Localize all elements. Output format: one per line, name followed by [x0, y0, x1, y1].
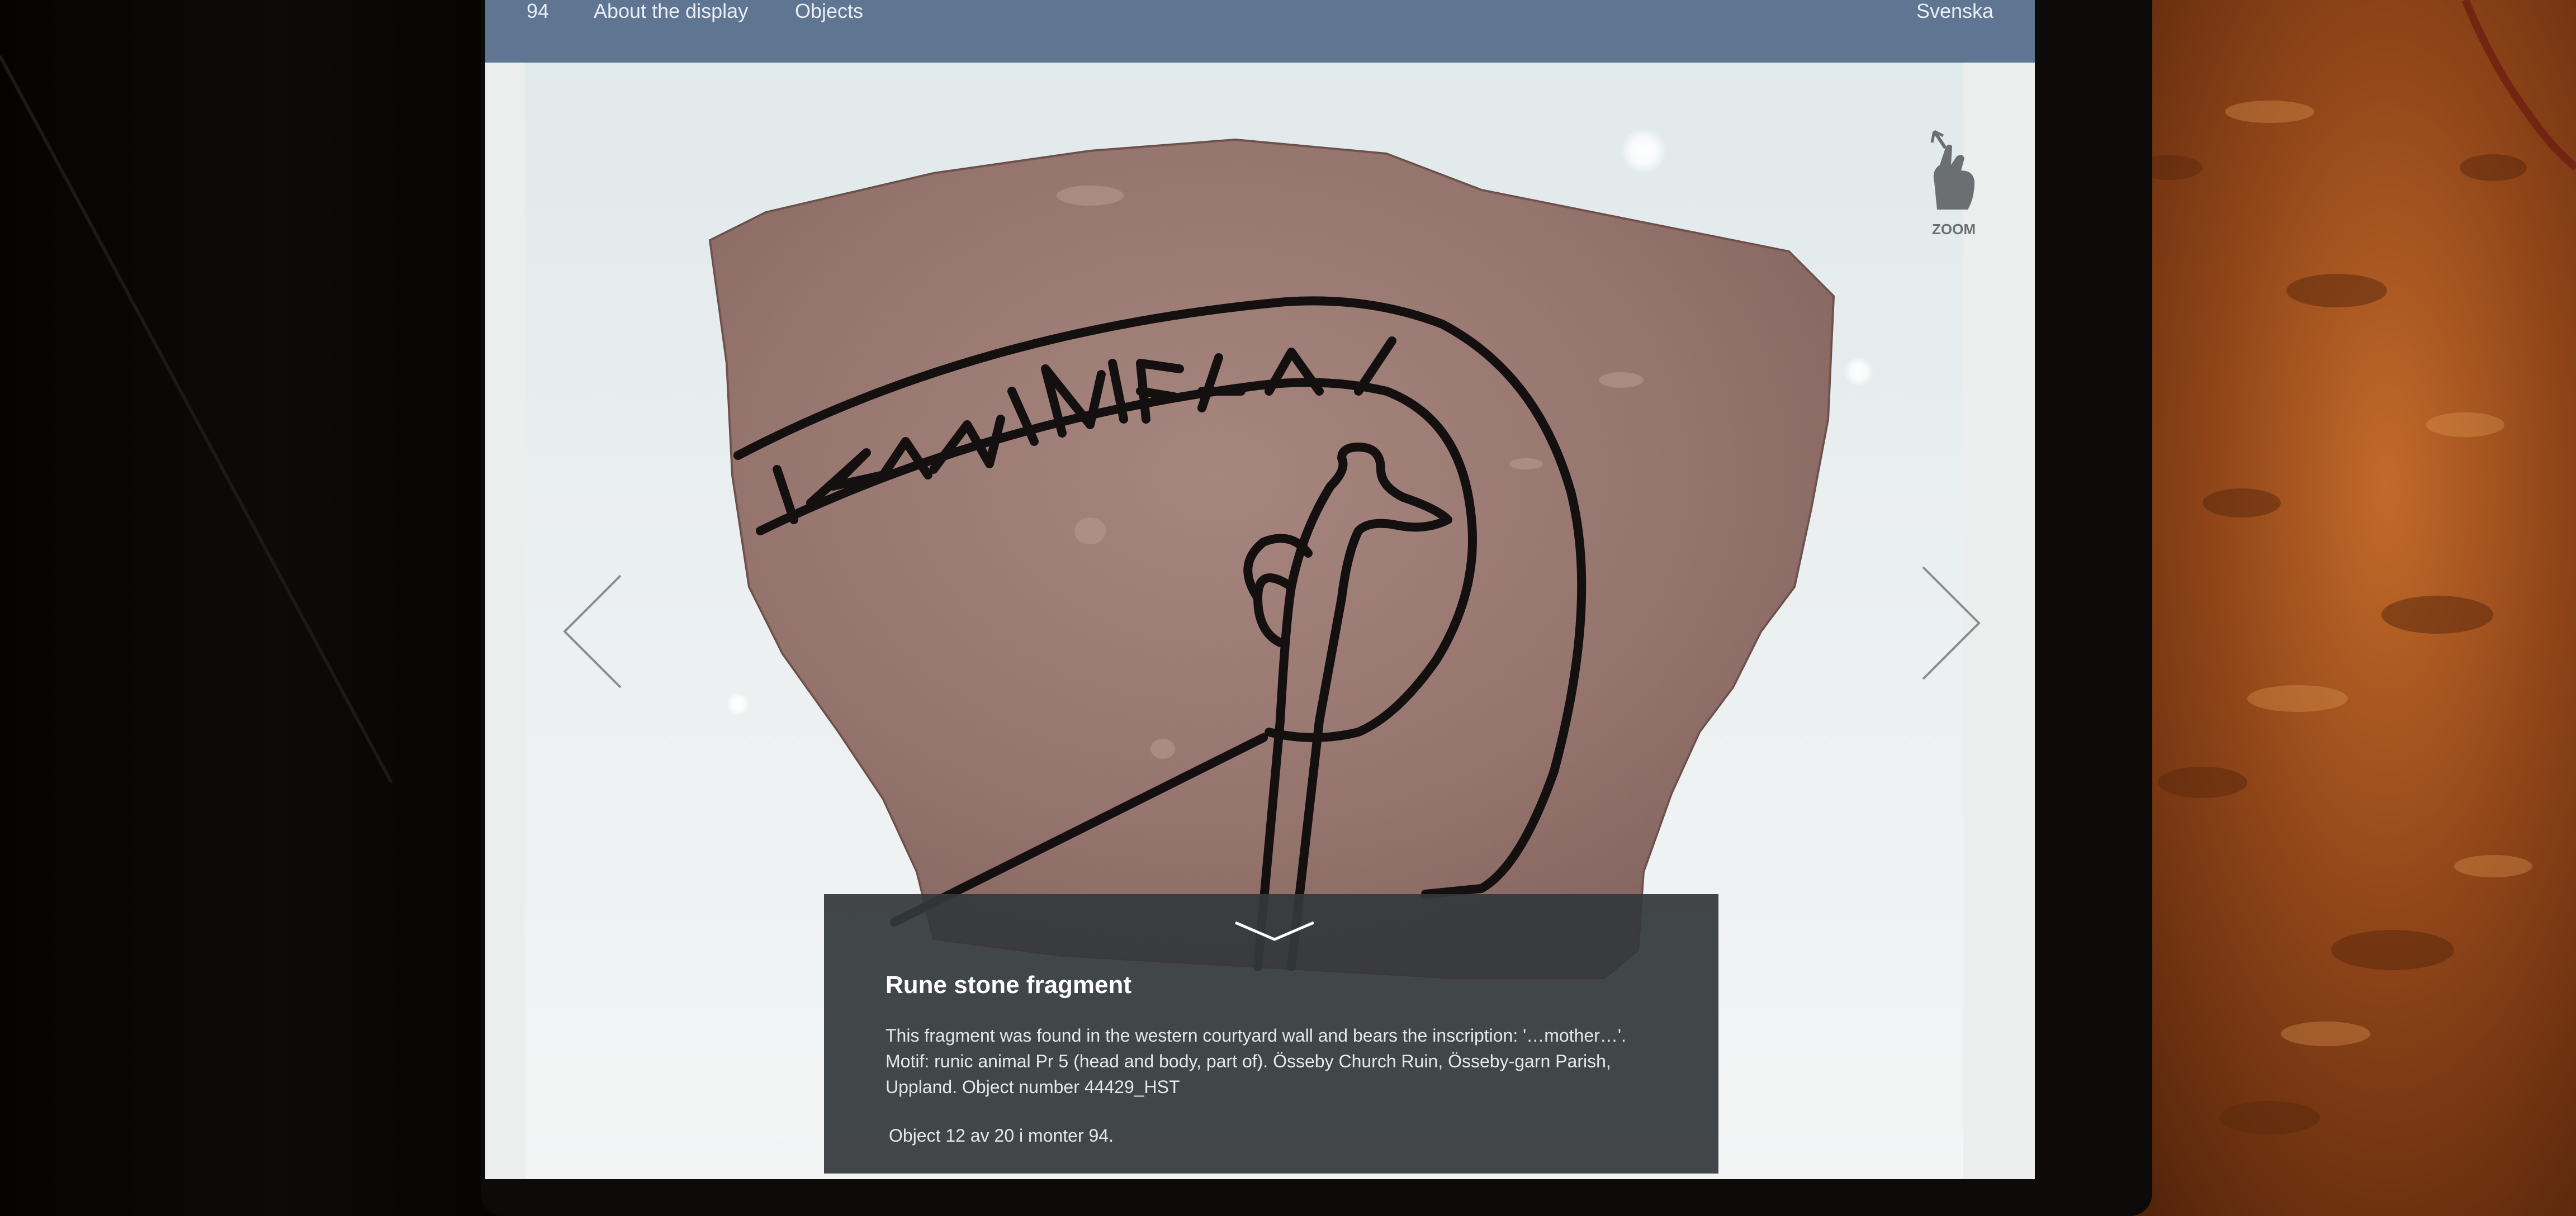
description-line: This fragment was found in the western c… — [886, 1025, 1626, 1046]
rune-stone-image[interactable] — [699, 129, 1845, 1000]
hand-pinch-zoom-icon — [1930, 130, 1974, 210]
screen-glare — [1621, 129, 1666, 173]
rune-stone-graphic — [708, 138, 1835, 979]
wall-edge-line — [0, 55, 393, 783]
bezel-logo — [1727, 1185, 1783, 1201]
previous-object-button[interactable] — [553, 570, 632, 693]
stone-wall-texture — [2135, 0, 2576, 1134]
description-line: Uppland. Object number 44429_HST — [886, 1077, 1180, 1097]
next-object-button[interactable] — [1912, 562, 1990, 685]
nav-objects[interactable]: Objects — [795, 0, 863, 22]
screen-glare — [1845, 358, 1873, 386]
chevron-left-icon — [563, 574, 622, 688]
object-counter: Object 12 av 20 i monter 94. — [889, 1125, 1114, 1146]
chevron-right-icon — [1922, 566, 1981, 680]
monitor-number[interactable]: 94 — [527, 0, 549, 22]
object-description: This fragment was found in the western c… — [886, 1023, 1690, 1100]
zoom-label: ZOOM — [1932, 221, 1976, 238]
collapse-panel-button[interactable] — [855, 914, 1694, 942]
language-toggle[interactable]: Svenska — [1916, 0, 1993, 22]
description-line: Motif: runic animal Pr 5 (head and body,… — [886, 1051, 1611, 1071]
screen-glare — [727, 693, 749, 715]
object-title: Rune stone fragment — [886, 971, 1132, 999]
chevron-down-icon — [1235, 921, 1314, 941]
nav-about-display[interactable]: About the display — [594, 0, 748, 22]
